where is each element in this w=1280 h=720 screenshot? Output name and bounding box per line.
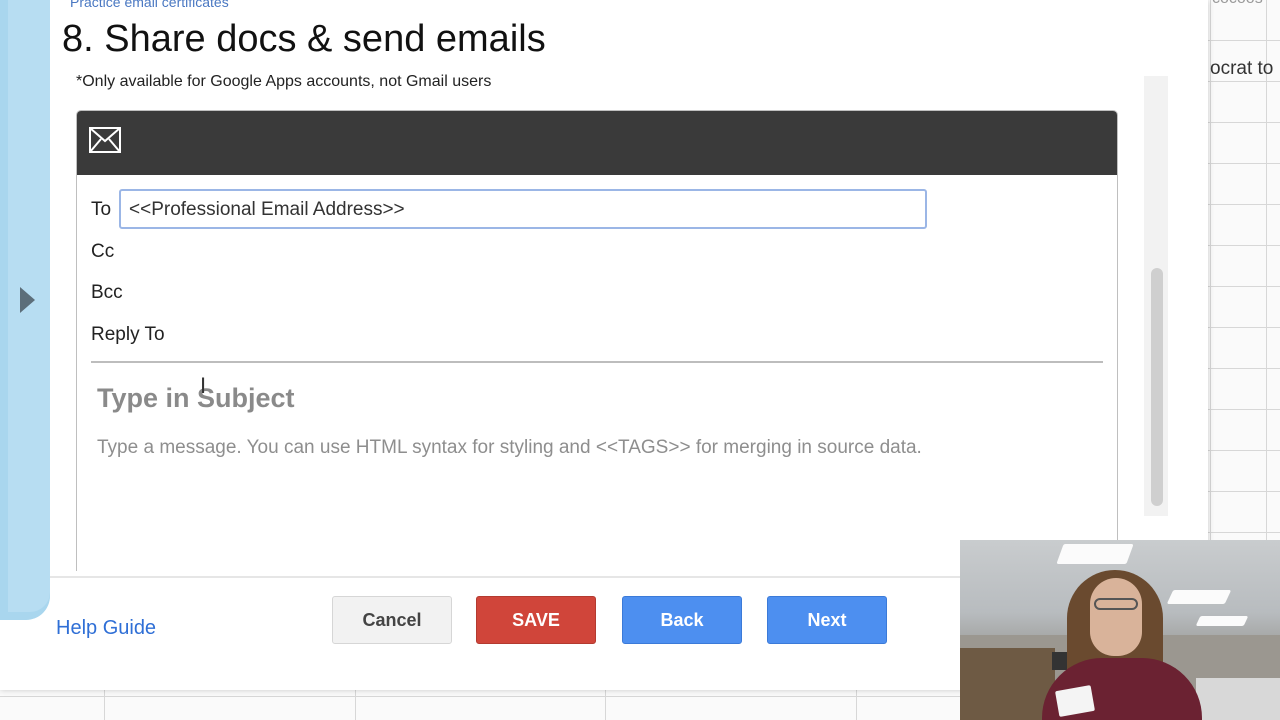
help-guide-link[interactable]: Help Guide: [56, 617, 156, 640]
breadcrumb[interactable]: Practice email certificates: [70, 0, 229, 10]
sheet-gridline: [856, 690, 857, 720]
sheet-gridline: [605, 690, 606, 720]
next-button[interactable]: Next: [767, 596, 887, 644]
message-body-input[interactable]: Type a message. You can use HTML syntax …: [97, 437, 922, 459]
sheet-cell-text: ocrat to: [1210, 58, 1274, 79]
sheet-gridline: [104, 690, 105, 720]
reply-to-field-label[interactable]: Reply To: [91, 324, 165, 346]
text-cursor-icon: I: [200, 373, 207, 398]
expand-arrow-icon[interactable]: [20, 287, 35, 313]
email-compose-panel: To <<Professional Email Address>> Cc Bcc…: [76, 110, 1118, 571]
header-divider: [91, 361, 1103, 363]
bcc-field-label[interactable]: Bcc: [91, 282, 123, 304]
back-button[interactable]: Back: [622, 596, 742, 644]
subject-input[interactable]: Type in Subject: [97, 383, 295, 414]
availability-note: *Only available for Google Apps accounts…: [76, 73, 492, 90]
save-button[interactable]: SAVE: [476, 596, 596, 644]
mail-icon: [89, 127, 121, 153]
to-label: To: [91, 199, 112, 220]
scrollbar-thumb[interactable]: [1151, 268, 1163, 506]
cc-field-label[interactable]: Cc: [91, 241, 114, 263]
cancel-button[interactable]: Cancel: [332, 596, 452, 644]
page-title: 8. Share docs & send emails: [62, 18, 546, 60]
compose-header: [77, 111, 1117, 175]
sheet-gridline: [355, 690, 356, 720]
webcam-video: [960, 540, 1280, 720]
sheet-cell-text-top: cocoos: [1212, 0, 1263, 8]
to-field[interactable]: <<Professional Email Address>>: [119, 189, 927, 229]
